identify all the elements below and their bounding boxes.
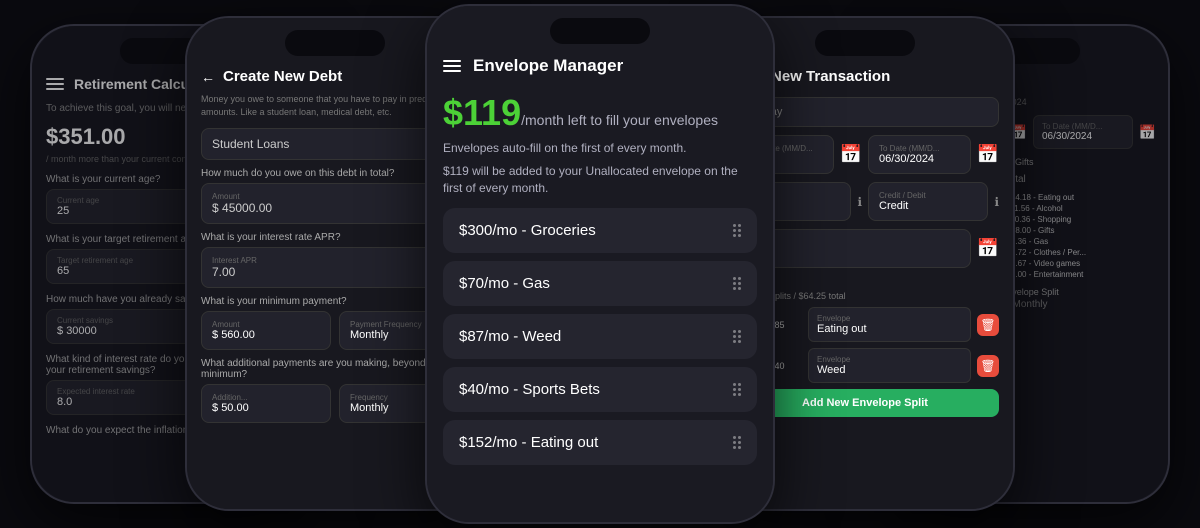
envelope-list: $300/mo - Groceries $70/mo - Gas $87/mo … bbox=[443, 208, 757, 465]
legend-item-7: $10.00 - Entertainment bbox=[992, 270, 1156, 279]
debt-min-amount-input[interactable]: Amount $ 560.00 bbox=[201, 311, 331, 350]
envelope-item-1[interactable]: $70/mo - Gas bbox=[443, 261, 757, 306]
transaction-to-date[interactable]: To Date (MM/D... 06/30/2024 bbox=[868, 135, 971, 174]
pie-legend: $184.18 - Eating out $111.56 - Alcohol $… bbox=[992, 193, 1156, 281]
split-envelope-1[interactable]: Envelope Eating out bbox=[808, 307, 971, 342]
legend-item-0: $184.18 - Eating out bbox=[992, 193, 1156, 202]
split-envelope-2[interactable]: Envelope Weed bbox=[808, 348, 971, 383]
envelope-subtitle-2: $119 will be added to your Unallocated e… bbox=[443, 163, 757, 197]
envelope-label-1: $70/mo - Gas bbox=[459, 275, 550, 292]
drag-icon-3 bbox=[733, 383, 741, 396]
notch-transaction bbox=[815, 30, 915, 56]
legend-item-2: $110.36 - Shopping bbox=[992, 215, 1156, 224]
envelope-item-0[interactable]: $300/mo - Groceries bbox=[443, 208, 757, 253]
home-to-date[interactable]: To Date (MM/D... 06/30/2024 bbox=[1033, 115, 1133, 149]
debt-add-amount-input[interactable]: Addition... $ 50.00 bbox=[201, 384, 331, 423]
envelope-hamburger-icon[interactable] bbox=[443, 60, 461, 72]
calendar-icon-2: 📅 bbox=[977, 135, 999, 174]
drag-icon-1 bbox=[733, 277, 741, 290]
info-icon-credit: ℹ bbox=[994, 182, 999, 221]
legend-item-4: $33.36 - Gas bbox=[992, 237, 1156, 246]
calendar-icon: 📅 bbox=[840, 135, 862, 174]
envelope-amount-suffix: /month left to fill your envelopes bbox=[521, 112, 718, 128]
notch-debt bbox=[285, 30, 385, 56]
phone-envelope-manager: Envelope Manager $119/month left to fill… bbox=[425, 4, 775, 524]
drag-icon-0 bbox=[733, 224, 741, 237]
envelope-hero: $119/month left to fill your envelopes E… bbox=[443, 92, 757, 196]
split-delete-1[interactable]: 🗑 bbox=[977, 314, 999, 336]
debt-title: Create New Debt bbox=[223, 68, 342, 85]
legend-item-1: $111.56 - Alcohol bbox=[992, 204, 1156, 213]
info-icon-amount: ℹ bbox=[857, 182, 862, 221]
envelope-item-2[interactable]: $87/mo - Weed bbox=[443, 314, 757, 359]
envelope-item-4[interactable]: $152/mo - Eating out bbox=[443, 420, 757, 465]
drag-icon-4 bbox=[733, 436, 741, 449]
legend-item-6: $26.67 - Video games bbox=[992, 259, 1156, 268]
home-calendar-icon-2: 📅 bbox=[1139, 115, 1156, 149]
envelope-item-3[interactable]: $40/mo - Sports Bets bbox=[443, 367, 757, 412]
calendar-icon-3: 📅 bbox=[977, 229, 999, 268]
legend-item-3: $108.00 - Gifts bbox=[992, 226, 1156, 235]
envelope-subtitle-1: Envelopes auto-fill on the first of ever… bbox=[443, 140, 757, 157]
split-delete-2[interactable]: 🗑 bbox=[977, 355, 999, 377]
back-arrow-icon[interactable]: ← bbox=[201, 69, 215, 85]
drag-icon-2 bbox=[733, 330, 741, 343]
envelope-amount: $119 bbox=[443, 92, 521, 133]
legend-item-5: $29.72 - Clothes / Per... bbox=[992, 248, 1156, 257]
phones-container: Retirement Calculator To achieve this go… bbox=[0, 0, 1200, 528]
envelope-label-4: $152/mo - Eating out bbox=[459, 434, 598, 451]
notch-center bbox=[550, 18, 650, 44]
envelope-manager-title: Envelope Manager bbox=[473, 56, 623, 76]
hamburger-icon[interactable] bbox=[46, 78, 64, 90]
envelope-label-0: $300/mo - Groceries bbox=[459, 222, 596, 239]
transaction-credit-debit[interactable]: Credit / Debit Credit bbox=[868, 182, 988, 221]
envelope-manager-content: Envelope Manager $119/month left to fill… bbox=[427, 6, 773, 522]
envelope-label-3: $40/mo - Sports Bets bbox=[459, 381, 600, 398]
envelope-manager-header: Envelope Manager bbox=[443, 56, 757, 76]
envelope-label-2: $87/mo - Weed bbox=[459, 328, 561, 345]
